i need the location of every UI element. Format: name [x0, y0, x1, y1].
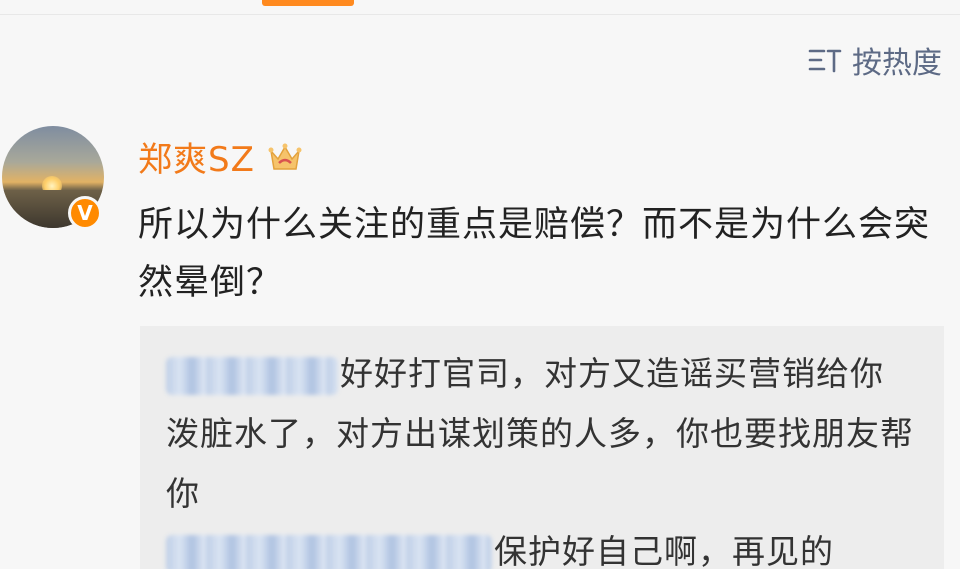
sort-by-hot-button[interactable]: 按热度: [808, 40, 942, 81]
active-tab-indicator: [262, 0, 354, 6]
verified-v-icon: V: [68, 196, 102, 230]
comment-text: 所以为什么关注的重点是赔偿？而不是为什么会突然晕倒？: [138, 205, 931, 303]
blurred-username: [166, 356, 338, 395]
username[interactable]: 郑爽SZ: [138, 132, 255, 181]
quoted-reply: 好好打官司，对方又造谣买营销给你泼脏水了，对方出谋划策的人多，你也要找朋友帮你: [166, 354, 914, 513]
comment-thread-page: 按热度 V 郑爽SZ 所以为什么关注的重点是赔偿？而不是为什么会突然晕倒？ 好好…: [0, 0, 960, 569]
quoted-reply: 保护好自己啊，再见的: [166, 522, 916, 569]
sort-label: 按热度: [852, 46, 942, 81]
blurred-username: [166, 534, 492, 569]
sort-icon: [808, 49, 842, 73]
header-divider: [0, 14, 960, 15]
username-row: 郑爽SZ: [138, 132, 303, 181]
crown-vip-icon: [268, 143, 302, 170]
quoted-replies-box[interactable]: 好好打官司，对方又造谣买营销给你泼脏水了，对方出谋划策的人多，你也要找朋友帮你 …: [140, 326, 944, 569]
